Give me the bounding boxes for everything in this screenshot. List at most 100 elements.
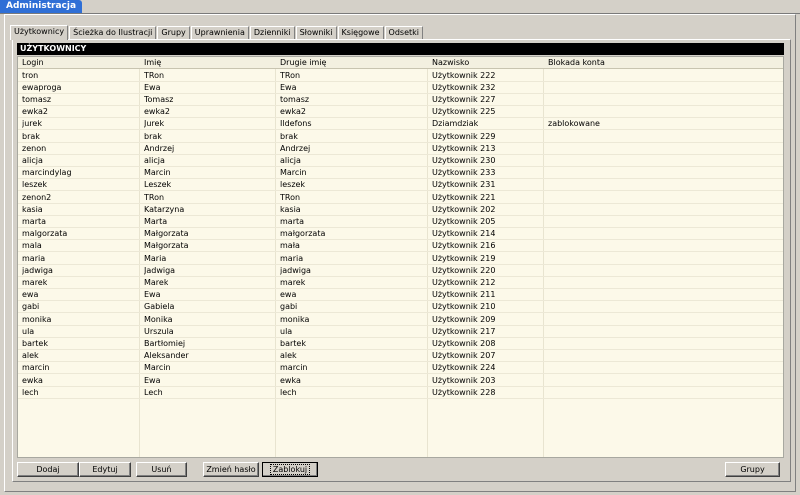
- lock-button[interactable]: Zablokuj: [262, 462, 318, 477]
- table-cell: brak: [22, 131, 40, 141]
- table-cell: brak: [144, 131, 162, 141]
- table-cell: Ewa: [144, 82, 161, 92]
- table-cell: zenon: [22, 143, 47, 153]
- table-row[interactable]: zenon Andrzej Andrzej Użytkownik 213: [18, 143, 783, 155]
- table-row[interactable]: maria Maria maria Użytkownik 219: [18, 253, 783, 265]
- table-cell: Andrzej: [280, 143, 311, 153]
- table-row[interactable]: ewka Ewa ewka Użytkownik 203: [18, 375, 783, 387]
- tab-uprawnienia[interactable]: Uprawnienia: [190, 26, 249, 39]
- table-cell: Marcin: [144, 363, 171, 373]
- table-cell: alek: [280, 351, 297, 361]
- table-cell: Gabiela: [144, 302, 175, 312]
- table-cell: marta: [280, 216, 305, 226]
- table-cell: TRon: [280, 70, 301, 80]
- column-header[interactable]: Drugie imię: [280, 57, 326, 69]
- table-cell: Użytkownik 230: [432, 155, 496, 165]
- table-row[interactable]: bartek Bartłomiej bartek Użytkownik 208: [18, 338, 783, 350]
- table-cell: tron: [22, 70, 39, 80]
- table-cell: ewka2: [144, 107, 170, 117]
- table-cell: malgorzata: [22, 229, 68, 239]
- table-cell: lech: [280, 387, 297, 397]
- table-cell: bartek: [22, 338, 48, 348]
- table-cell: Ewa: [280, 82, 297, 92]
- table-row[interactable]: ewka2 ewka2 ewka2 Użytkownik 225: [18, 106, 783, 119]
- table-cell: Użytkownik 216: [432, 241, 496, 251]
- table-cell: Użytkownik 227: [432, 94, 496, 104]
- table-cell: zablokowane: [548, 119, 600, 129]
- table-cell: ewka: [22, 375, 43, 385]
- table-cell: Użytkownik 209: [432, 314, 496, 324]
- table-cell: marek: [280, 277, 306, 287]
- table-cell: Użytkownik 210: [432, 302, 496, 312]
- add-button[interactable]: Dodaj: [17, 462, 79, 477]
- tab-uzytkownicy[interactable]: Użytkownicy: [10, 25, 69, 40]
- tab-dzienniki[interactable]: Dzienniki: [249, 26, 295, 39]
- table-cell: mala: [22, 241, 42, 251]
- edit-button[interactable]: Edytuj: [79, 462, 131, 477]
- table-row[interactable]: leszek Leszek leszek Użytkownik 231: [18, 179, 783, 192]
- column-header[interactable]: Nazwisko: [432, 57, 469, 69]
- table-cell: mała: [280, 241, 300, 251]
- table-cell: bartek: [280, 338, 306, 348]
- table-cell: Katarzyna: [144, 204, 185, 214]
- table-row[interactable]: marcindylag Marcin Marcin Użytkownik 233: [18, 167, 783, 180]
- table-row[interactable]: gabi Gabiela gabi Użytkownik 210: [18, 301, 783, 314]
- table-cell: alicja: [280, 155, 301, 165]
- table-row[interactable]: jadwiga Jadwiga jadwiga Użytkownik 220: [18, 265, 783, 277]
- table-row[interactable]: brak brak brak Użytkownik 229: [18, 131, 783, 143]
- column-header[interactable]: Imię: [144, 57, 161, 69]
- table-cell: Użytkownik 213: [432, 143, 496, 153]
- table-row[interactable]: alek Aleksander alek Użytkownik 207: [18, 350, 783, 363]
- table-row[interactable]: lech Lech lech Użytkownik 228: [18, 387, 783, 399]
- table-row[interactable]: ula Urszula ula Użytkownik 217: [18, 326, 783, 338]
- table-cell: Maria: [144, 253, 167, 263]
- table-cell: gabi: [22, 302, 40, 312]
- column-header[interactable]: Blokada konta: [548, 57, 605, 69]
- table-cell: jadwiga: [22, 265, 53, 275]
- table-cell: alek: [22, 351, 39, 361]
- table-header: Login Imię Drugie imię Nazwisko Blokada kont…: [18, 57, 783, 69]
- delete-button[interactable]: Usuń: [136, 462, 187, 477]
- tab-slowniki[interactable]: Słowniki: [295, 26, 337, 39]
- table-row[interactable]: marek Marek marek Użytkownik 212: [18, 277, 783, 289]
- table-row[interactable]: zenon2 TRon TRon Użytkownik 221: [18, 192, 783, 204]
- users-table[interactable]: Login Imię Drugie imię Nazwisko Blokada kont…: [17, 56, 784, 458]
- tab-ksiegowe[interactable]: Księgowe: [337, 26, 384, 39]
- table-cell: Urszula: [144, 326, 174, 336]
- tab-sciezka-do-ilustracji[interactable]: Ścieżka do Ilustracji: [69, 26, 157, 39]
- table-row[interactable]: monika Monika monika Użytkownik 209: [18, 314, 783, 326]
- table-row[interactable]: jurek Jurek Ildefons Dziamdziak zablokowane: [18, 118, 783, 131]
- table-cell: maria: [280, 253, 304, 263]
- table-cell: Aleksander: [144, 351, 189, 361]
- table-row[interactable]: ewaproga Ewa Ewa Użytkownik 232: [18, 82, 783, 94]
- table-cell: marcin: [22, 363, 50, 373]
- table-cell: Użytkownik 208: [432, 338, 496, 348]
- table-cell: ula: [280, 326, 293, 336]
- column-header[interactable]: Login: [22, 57, 44, 69]
- table-row[interactable]: malgorzata Małgorzata małgorzata Użytkownik…: [18, 228, 783, 241]
- table-cell: ewka2: [280, 107, 306, 117]
- table-cell: zenon2: [22, 192, 52, 202]
- table-row[interactable]: tomasz Tomasz tomasz Użytkownik 227: [18, 94, 783, 106]
- table-cell: Ewa: [144, 375, 161, 385]
- table-cell: Ewa: [144, 290, 161, 300]
- table-cell: Użytkownik 222: [432, 70, 496, 80]
- table-cell: leszek: [22, 180, 48, 190]
- table-row[interactable]: ewa Ewa ewa Użytkownik 211: [18, 289, 783, 302]
- table-row[interactable]: kasia Katarzyna kasia Użytkownik 202: [18, 204, 783, 216]
- table-cell: jadwiga: [280, 265, 311, 275]
- table-row[interactable]: marcin Marcin marcin Użytkownik 224: [18, 362, 783, 375]
- table-cell: Użytkownik 231: [432, 180, 496, 190]
- table-cell: Użytkownik 220: [432, 265, 496, 275]
- table-row[interactable]: alicja alicja alicja Użytkownik 230: [18, 155, 783, 167]
- change-password-button[interactable]: Zmień hasło: [203, 462, 259, 477]
- tab-odsetki[interactable]: Odsetki: [384, 26, 423, 39]
- table-cell: Bartłomiej: [144, 338, 186, 348]
- table-row[interactable]: marta Marta marta Użytkownik 205: [18, 216, 783, 228]
- groups-button[interactable]: Grupy: [725, 462, 780, 477]
- tab-grupy[interactable]: Grupy: [157, 26, 190, 39]
- table-row[interactable]: mala Małgorzata mała Użytkownik 216: [18, 240, 783, 253]
- table-cell: monika: [22, 314, 52, 324]
- table-cell: Użytkownik 219: [432, 253, 496, 263]
- table-row[interactable]: tron TRon TRon Użytkownik 222: [18, 70, 783, 82]
